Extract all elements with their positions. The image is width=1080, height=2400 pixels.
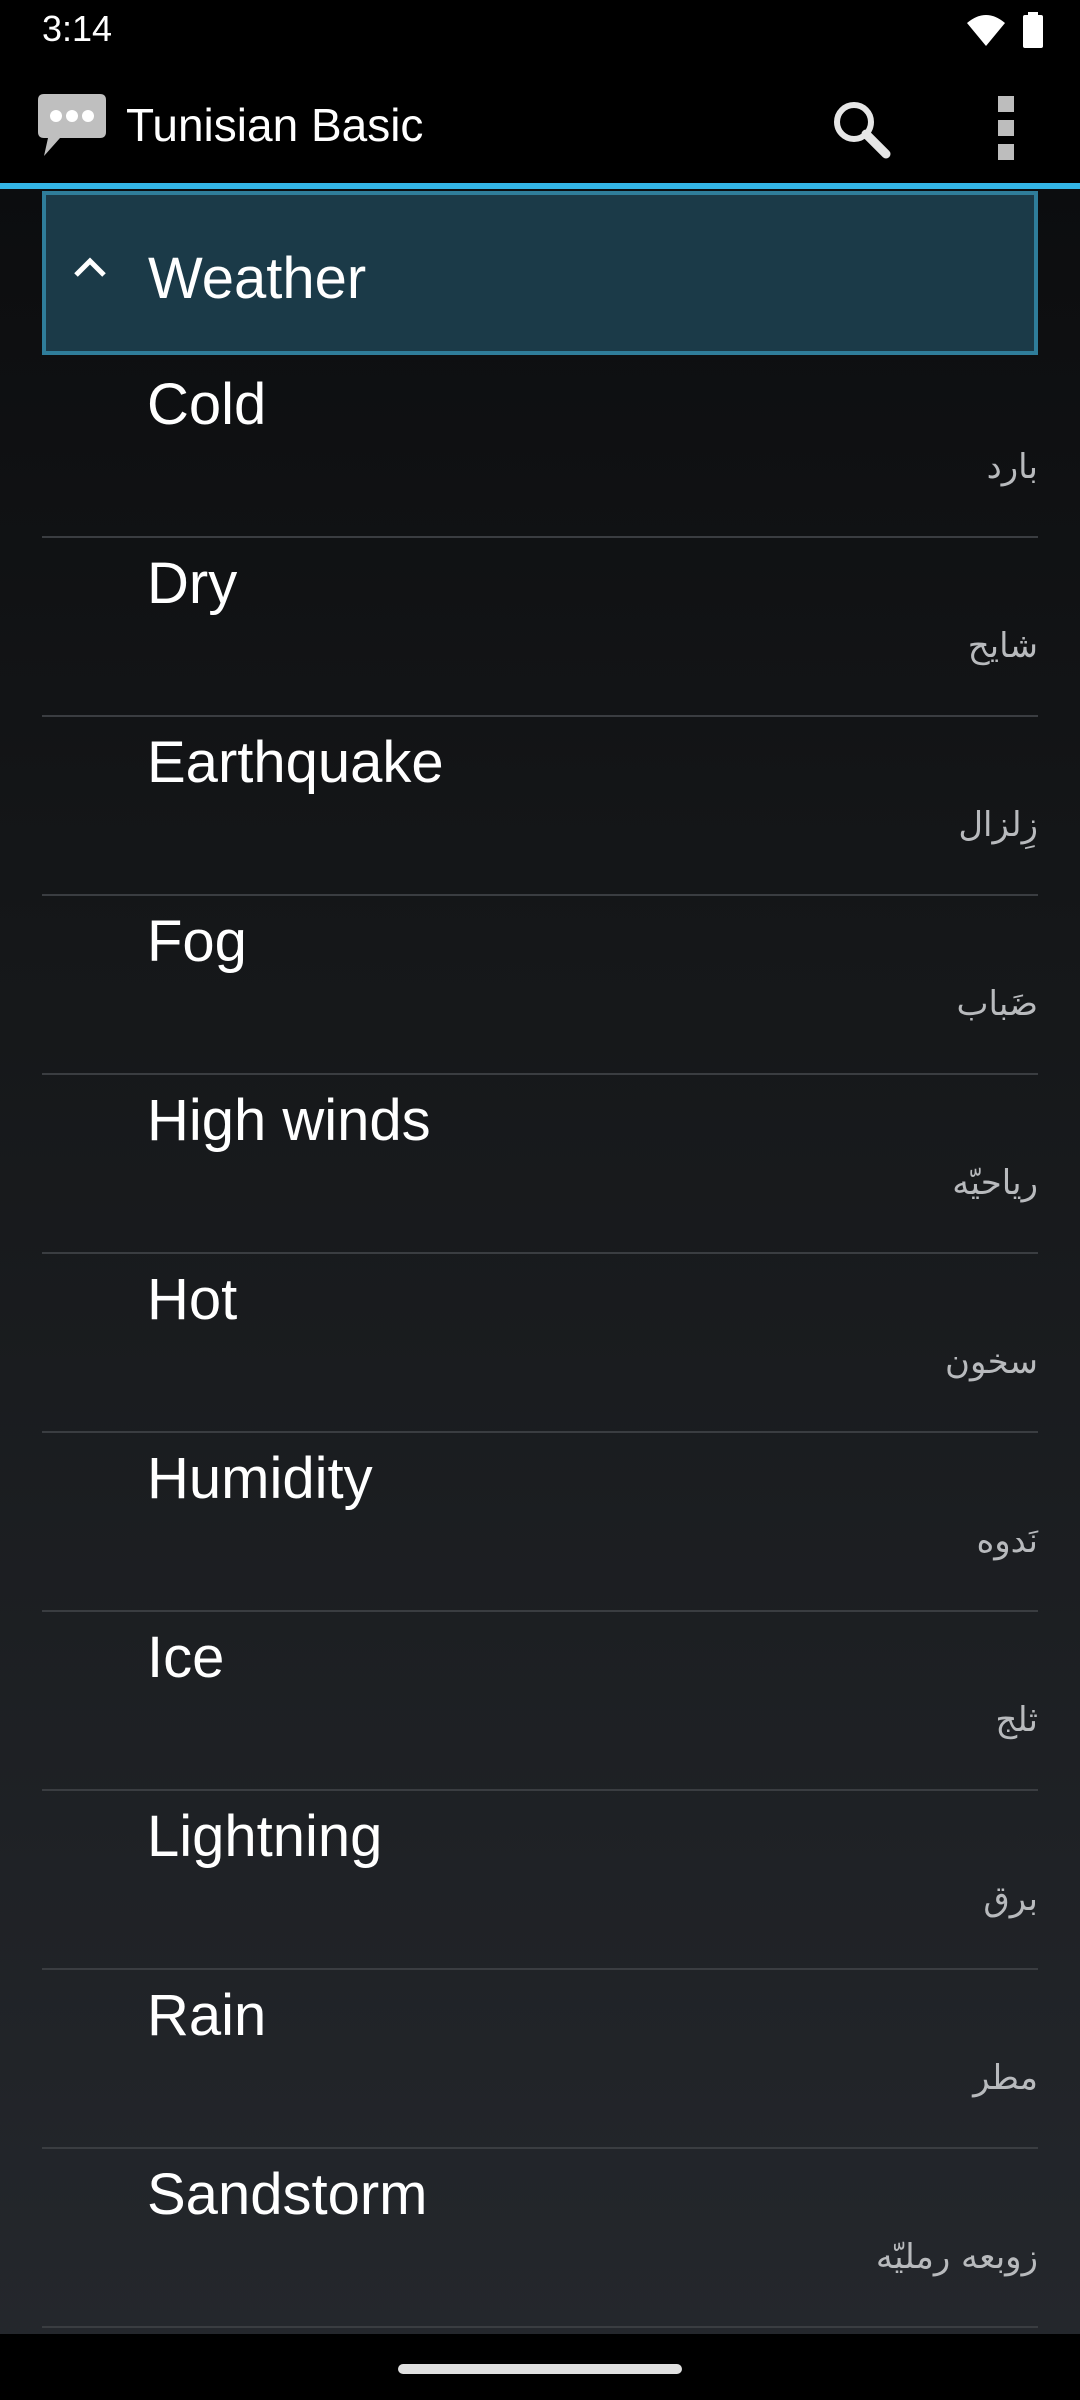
item-english: Dry	[147, 551, 238, 616]
list-item[interactable]: Cold بارد	[0, 359, 1080, 538]
item-arabic: زِلزال	[958, 805, 1038, 845]
item-english: Hot	[147, 1267, 238, 1332]
system-nav-bar	[0, 2334, 1080, 2400]
item-english: High winds	[147, 1088, 431, 1153]
item-english: Earthquake	[147, 730, 444, 795]
item-english: Ice	[147, 1625, 225, 1690]
status-bar: 3:14	[0, 0, 1080, 60]
divider	[42, 2326, 1038, 2328]
chevron-up-icon	[74, 257, 106, 277]
phrase-list-container[interactable]: Weather Cold بارد Dry شايح Earthquake زِ…	[0, 189, 1080, 2334]
list-item[interactable]: High winds رياحيّه	[0, 1075, 1080, 1254]
app-title: Tunisian Basic	[126, 99, 424, 151]
list-item[interactable]: Rain مطر	[0, 1970, 1080, 2149]
list-item[interactable]: Fog ضَباب	[0, 896, 1080, 1075]
status-time: 3:14	[42, 8, 113, 49]
home-gesture-handle[interactable]	[398, 2364, 682, 2374]
item-arabic: زوبعه رمليّه	[875, 2237, 1038, 2277]
item-arabic: رياحيّه	[952, 1163, 1038, 1203]
item-english: Cold	[147, 372, 267, 437]
item-english: Sandstorm	[147, 2162, 428, 2227]
group-label: Weather	[148, 246, 367, 311]
overflow-menu-button[interactable]	[980, 92, 1032, 164]
battery-icon	[1023, 12, 1043, 48]
wifi-icon	[967, 15, 1005, 46]
list-item[interactable]: Hot سخون	[0, 1254, 1080, 1433]
item-arabic: برق	[983, 1879, 1038, 1919]
item-arabic: مطر	[973, 2058, 1038, 2098]
group-header-weather[interactable]: Weather	[42, 191, 1038, 355]
phrase-list: Cold بارد Dry شايح Earthquake زِلزال Fog…	[0, 359, 1080, 2328]
chat-bubble-icon	[36, 92, 108, 163]
item-arabic: شايح	[967, 626, 1038, 666]
item-arabic: سخون	[945, 1342, 1038, 1382]
list-item[interactable]: Humidity نَدوه	[0, 1433, 1080, 1612]
overflow-menu-icon	[998, 96, 1014, 160]
list-item[interactable]: Ice ثلج	[0, 1612, 1080, 1791]
list-item[interactable]: Lightning برق	[0, 1791, 1080, 1970]
item-arabic: ثلج	[995, 1700, 1038, 1740]
list-item[interactable]: Earthquake زِلزال	[0, 717, 1080, 896]
item-arabic: نَدوه	[976, 1521, 1038, 1561]
item-english: Rain	[147, 1983, 267, 2048]
item-arabic: ضَباب	[956, 984, 1039, 1024]
item-arabic: بارد	[986, 447, 1038, 487]
list-item[interactable]: Dry شايح	[0, 538, 1080, 717]
item-english: Lightning	[147, 1804, 383, 1869]
item-english: Fog	[147, 909, 247, 974]
search-icon	[834, 102, 891, 159]
list-item[interactable]: Sandstorm زوبعه رمليّه	[0, 2149, 1080, 2328]
search-button[interactable]	[828, 96, 892, 160]
item-english: Humidity	[147, 1446, 373, 1511]
status-icons	[966, 12, 1044, 48]
